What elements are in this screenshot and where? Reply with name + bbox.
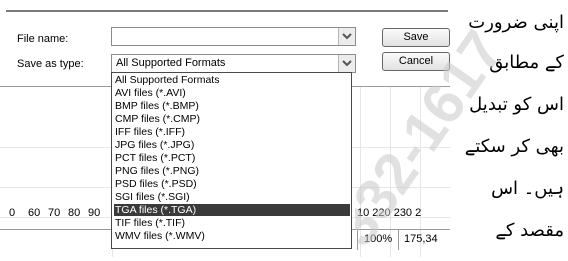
urdu-line: مقصد کے [495, 220, 564, 241]
format-option-selected[interactable]: TGA files (*.TGA) [114, 204, 350, 216]
format-option[interactable]: PSD files (*.PSD) [114, 178, 350, 190]
save-as-type-select[interactable]: All Supported Formats [111, 54, 356, 73]
urdu-line: اس کو تبدیل [469, 94, 564, 115]
format-option[interactable]: AVI files (*.AVI) [114, 87, 350, 99]
save-as-type-dropdown-button[interactable] [338, 55, 355, 72]
file-name-dropdown-button[interactable] [338, 28, 355, 45]
urdu-line: ہیں۔ اس [491, 178, 564, 199]
save-as-type-value: All Supported Formats [116, 57, 226, 69]
ruler-tick: 80 [68, 207, 81, 219]
format-option[interactable]: PCT files (*.PCT) [114, 152, 350, 164]
urdu-text-column: اپنی ضرورت کے مطابق اس کو تبدیل بھی کر س… [462, 0, 568, 261]
format-option[interactable]: IFF files (*.IFF) [114, 126, 350, 138]
format-option[interactable]: PNG files (*.PNG) [114, 165, 350, 177]
format-option[interactable]: All Supported Formats [114, 74, 350, 86]
urdu-line: اپنی ضرورت [468, 12, 564, 33]
format-option[interactable]: JPG files (*.JPG) [114, 139, 350, 151]
ruler-tick: 0 [9, 207, 16, 219]
chevron-down-icon [342, 60, 352, 67]
save-as-type-label: Save as type: [17, 58, 84, 70]
status-separator [357, 230, 358, 250]
file-name-label: File name: [17, 33, 69, 45]
format-option[interactable]: SGI files (*.SGI) [114, 191, 350, 203]
file-name-input[interactable] [111, 27, 356, 46]
format-option[interactable]: WMV files (*.WMV) [114, 230, 350, 242]
ruler-tick: 60 [28, 207, 41, 219]
ruler-tick: 90 [88, 207, 101, 219]
ruler-tick: 70 [48, 207, 61, 219]
cursor-coords: 175,34 [404, 233, 438, 245]
ruler-tick: 10 220 230 2 [357, 207, 422, 219]
save-as-type-dropdown-list[interactable]: All Supported Formats AVI files (*.AVI) … [111, 72, 352, 249]
format-option[interactable]: CMP files (*.CMP) [114, 113, 350, 125]
save-button[interactable]: Save [382, 28, 450, 47]
dialog-top-divider [6, 10, 448, 12]
urdu-line: کے مطابق [489, 52, 564, 73]
cancel-button[interactable]: Cancel [382, 52, 450, 71]
status-separator [398, 230, 399, 250]
format-option[interactable]: TIF files (*.TIF) [114, 217, 350, 229]
zoom-readout: 100% [364, 233, 393, 245]
urdu-line: بھی کر سکتے [464, 136, 564, 157]
format-option[interactable]: BMP files (*.BMP) [114, 100, 350, 112]
chevron-down-icon [342, 33, 352, 40]
